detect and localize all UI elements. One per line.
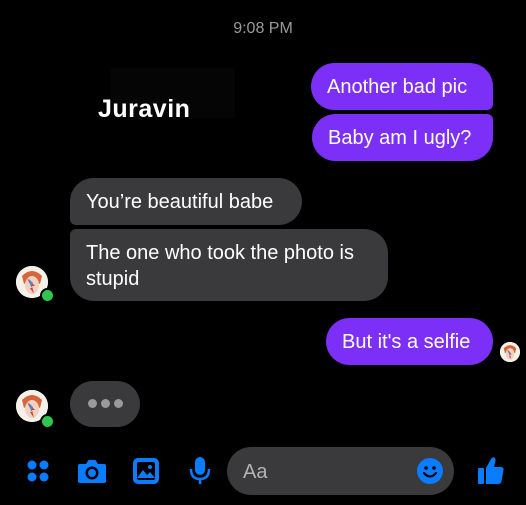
message-composer[interactable] [227,447,454,495]
timestamp: 9:08 PM [233,20,293,37]
message-text: The one who took the photo is stupid [86,242,354,290]
typing-dot [87,399,97,408]
outgoing-message[interactable]: Baby am I ugly? [312,114,493,161]
watermark-logo: Juravin [98,68,235,123]
message-text: Another bad pic [327,76,468,98]
watermark-text: Juravin [98,95,191,123]
online-status-indicator [40,288,55,303]
incoming-message[interactable]: You’re beautiful babe [70,178,302,225]
outgoing-message[interactable]: Another bad pic [311,63,493,110]
thumbs-up-icon[interactable] [477,455,505,485]
menu-grid-icon[interactable] [26,459,50,483]
typing-indicator [70,381,140,427]
microphone-icon[interactable] [189,456,211,486]
camera-icon[interactable] [77,457,107,485]
online-status-indicator [40,414,55,429]
message-text: But it's a selfie [342,331,471,353]
message-text: Baby am I ugly? [328,127,472,149]
message-input[interactable] [241,459,405,485]
emoji-icon[interactable] [416,457,444,485]
read-receipt-avatar [500,342,520,362]
incoming-message[interactable]: The one who took the photo is stupid [70,229,388,301]
message-text: You’re beautiful babe [86,191,274,213]
gallery-icon[interactable] [132,457,160,485]
typing-dot [113,399,123,408]
typing-dot [100,399,110,408]
outgoing-message[interactable]: But it's a selfie [326,318,493,365]
